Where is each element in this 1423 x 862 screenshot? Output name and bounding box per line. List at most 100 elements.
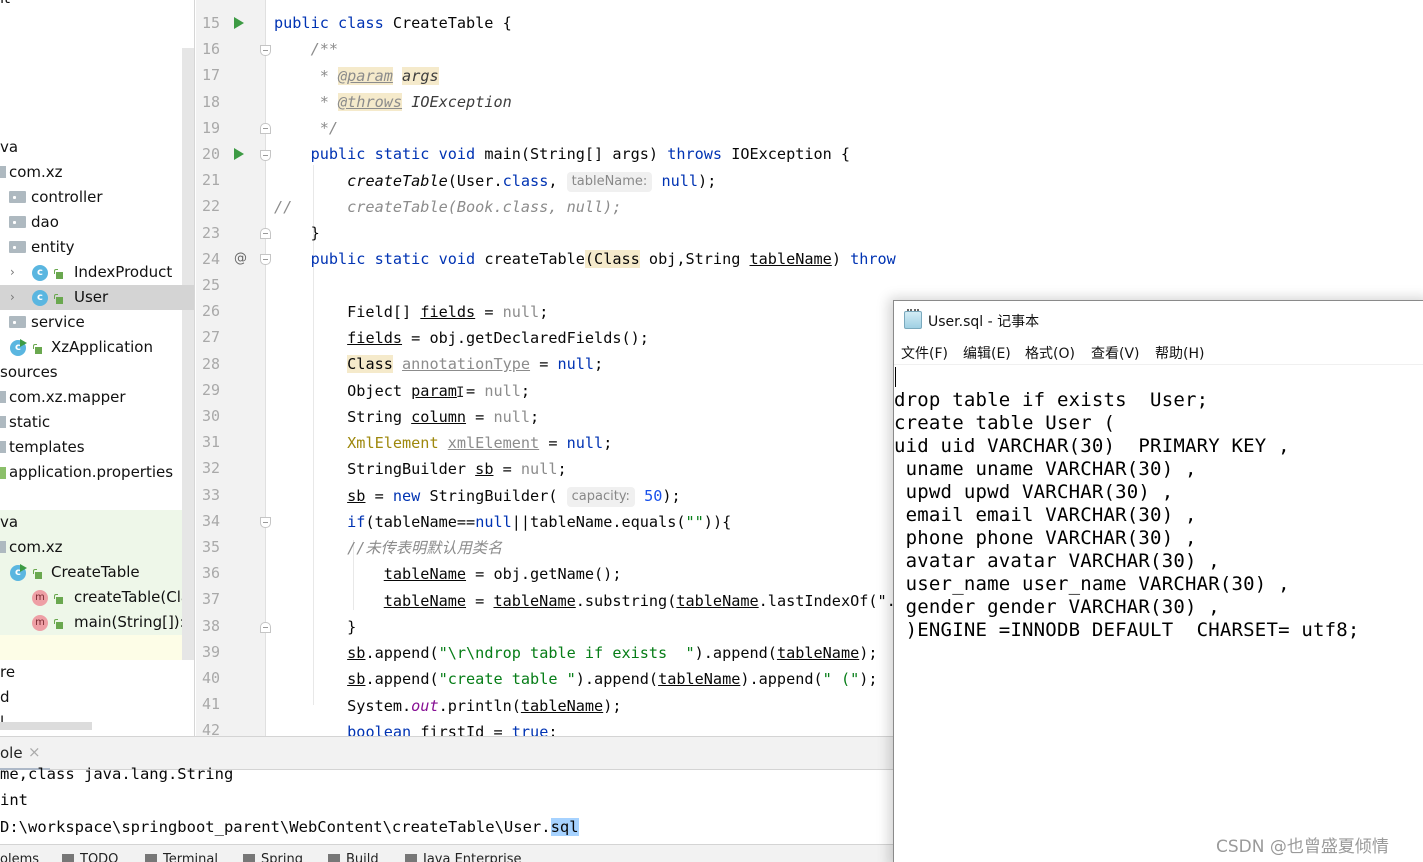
line-number: 34 (202, 511, 221, 530)
java-enterprise-tab[interactable]: Java Enterprise (405, 852, 521, 862)
fold-marker-icon[interactable] (260, 517, 271, 528)
tree-item-label: static (9, 413, 51, 431)
notepad-titlebar[interactable]: User.sql - 记事本 (894, 301, 1423, 339)
hammer-icon (328, 854, 340, 862)
comment-chinese: //未传表明默认用类名 (347, 539, 503, 557)
package-icon (0, 166, 6, 178)
todo-tab[interactable]: TODO (62, 852, 118, 862)
tree-item-label: createTable(Clas (74, 588, 182, 606)
tree-item-label: it (0, 0, 10, 11)
spring-tab[interactable]: Spring (243, 852, 303, 862)
run-badge-icon (20, 564, 27, 572)
line-number: 17 (202, 66, 221, 85)
menu-edit[interactable]: 编辑(E) (963, 343, 1011, 363)
sql-line: phone phone VARCHAR(30) , (894, 527, 1197, 549)
tree-item-d[interactable]: d (0, 685, 182, 710)
tree-item-method-main[interactable]: m main(String[]):vo (0, 610, 182, 635)
class-icon: c (32, 290, 48, 306)
java-enterprise-icon (405, 854, 417, 862)
code-line-35: //未传表明默认用类名 (274, 535, 502, 561)
line-number: 42 (202, 721, 221, 736)
tree-item-label: va (0, 513, 19, 531)
build-tab[interactable]: Build (328, 852, 379, 862)
line-number: 36 (202, 564, 221, 583)
code-line-22: // createTable(Book.class, null); (274, 198, 622, 216)
terminal-tab[interactable]: Terminal (145, 852, 218, 862)
tree-item-java[interactable]: va (0, 135, 182, 160)
tree-item-controller[interactable]: controller (0, 185, 182, 210)
tree-item-root[interactable]: it (0, 0, 182, 11)
package-icon (9, 216, 26, 228)
menu-file[interactable]: 文件(F) (901, 343, 948, 363)
notepad-window[interactable]: User.sql - 记事本 文件(F) 编辑(E) 格式(O) 查看(V) 帮… (893, 300, 1423, 862)
code-line-24: public static void createTable(Class obj… (310, 250, 896, 268)
tree-item-createtable[interactable]: c CreateTable (0, 560, 182, 585)
tree-item-templates[interactable]: templates (0, 435, 182, 460)
code-editor[interactable]: 15 16 17 18 19 20 21 22 23 24 25 26 27 28 29 30 31 32 33 34… (196, 0, 896, 736)
fold-marker-icon[interactable] (260, 622, 271, 633)
tab-label: Java Enterprise (423, 852, 522, 862)
console-tab[interactable]: ole (0, 744, 23, 762)
tree-item-com-xz[interactable]: com.xz (0, 160, 182, 185)
public-lock-icon (33, 569, 42, 579)
panel-divider[interactable] (194, 0, 195, 736)
notepad-text-area[interactable]: drop table if exists User; create table … (894, 365, 1423, 862)
folder-icon (0, 416, 6, 428)
tree-item-com-xz-test[interactable]: com.xz (0, 535, 182, 560)
tree-item-static[interactable]: static (0, 410, 182, 435)
tree-item-label: d (0, 688, 10, 706)
code-line-28: Class annotationType = null; (347, 355, 604, 373)
close-icon[interactable]: × (28, 743, 41, 761)
sql-line: )ENGINE =INNODB DEFAULT CHARSET= utf8; (894, 619, 1360, 641)
tree-scrollbar[interactable] (182, 48, 194, 660)
code-line-40: sb.append("create table ").append(tableN… (347, 670, 878, 688)
tree-item-dao[interactable]: dao (0, 210, 182, 235)
code-line-16: /** (310, 40, 339, 58)
menu-format[interactable]: 格式(O) (1025, 343, 1075, 363)
tree-item-label: IndexProduct (74, 263, 173, 281)
tree-item-resources[interactable]: sources (0, 360, 182, 385)
line-number: 20 (202, 145, 221, 163)
code-line-29: Object param = null; (274, 382, 531, 400)
run-main-icon[interactable] (234, 148, 244, 160)
fold-marker-icon[interactable] (260, 45, 271, 56)
tree-item-service[interactable]: service (0, 310, 182, 335)
tree-item-entity[interactable]: entity (0, 235, 182, 260)
menu-view[interactable]: 查看(V) (1091, 343, 1140, 363)
code-line-18: * @throws IOException (319, 93, 512, 111)
line-number: 32 (202, 459, 221, 478)
chevron-right-icon[interactable]: › (10, 285, 15, 310)
line-number: 21 (202, 171, 221, 190)
menu-help[interactable]: 帮助(H) (1155, 343, 1204, 363)
tree-item-label: templates (9, 438, 85, 456)
window-title: User.sql - 记事本 (928, 314, 1040, 330)
parameter-hint-tablename: tableName: (566, 172, 653, 192)
chevron-right-icon[interactable]: › (10, 260, 15, 285)
tree-item-method-createtable[interactable]: m createTable(Clas (0, 585, 182, 610)
tree-item-label: sources (0, 363, 58, 381)
tree-item-xzapplication[interactable]: c XzApplication (0, 335, 182, 360)
fold-marker-icon[interactable] (260, 123, 271, 134)
tab-label: olems (0, 852, 39, 862)
tree-item-label: User (74, 288, 109, 306)
code-line-15: public class CreateTable { (274, 14, 512, 32)
tree-item-indexproduct[interactable]: › c IndexProduct (0, 260, 182, 285)
tree-item-label: com.xz (9, 163, 63, 181)
fold-marker-icon[interactable] (260, 228, 271, 239)
line-number: 25 (202, 276, 221, 294)
fold-marker-icon[interactable] (260, 150, 271, 161)
line-number: 24 (202, 249, 221, 268)
tree-item-re[interactable]: re (0, 660, 182, 685)
tree-item-application-properties[interactable]: application.properties (0, 460, 182, 485)
code-line-37: tableName = tableName.substring(tableNam… (383, 592, 896, 610)
fold-marker-icon[interactable] (260, 254, 271, 265)
tree-item-user[interactable]: › c User (0, 285, 194, 310)
tree-horizontal-scrollbar[interactable] (0, 722, 92, 730)
problems-tab[interactable]: olems (0, 852, 39, 862)
tree-item-com-xz-mapper[interactable]: com.xz.mapper (0, 385, 182, 410)
code-line-33: sb = new StringBuilder( capacity: 50); (347, 487, 681, 507)
tool-window-bar: olems TODO Terminal Spring Build Java En… (0, 844, 896, 862)
console-output[interactable]: me,class java.lang.String int D:\workspa… (0, 765, 896, 844)
run-class-icon[interactable] (234, 17, 244, 29)
tree-item-java-test[interactable]: va (0, 510, 182, 535)
